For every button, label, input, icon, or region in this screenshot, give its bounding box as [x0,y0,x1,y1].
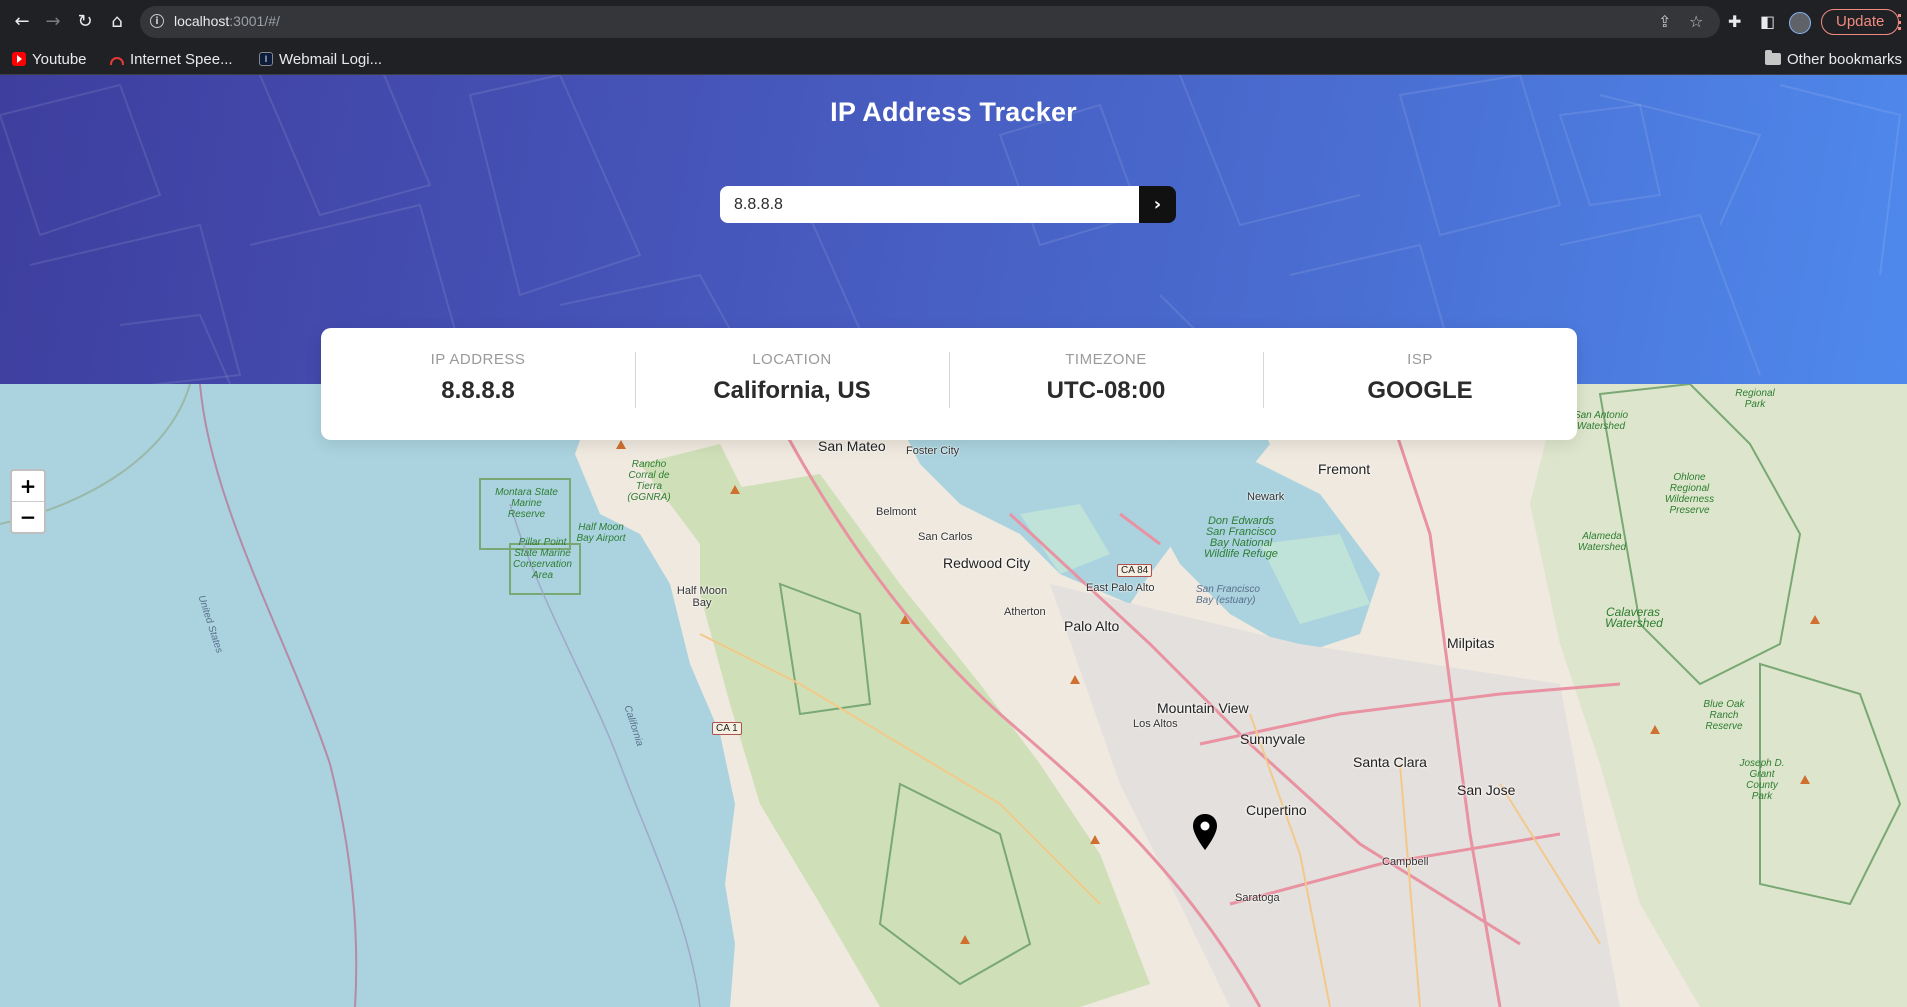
map-label-city: Newark [1247,491,1285,503]
bookmark-label: Webmail Logi... [279,50,383,68]
map-label-city: San Carlos [918,531,973,543]
bookmarks-bar: Youtube Internet Spee... I Webmail Logi.… [0,44,1907,75]
map-label-city: San Mateo [818,438,886,454]
forward-arrow-icon[interactable]: → [41,10,65,34]
info-label: TIMEZONE [1065,351,1147,368]
info-label: ISP [1407,351,1433,368]
bookmark-webmail[interactable]: I Webmail Logi... [259,48,382,70]
speedometer-icon [110,57,124,65]
map-label-city: Los Altos [1133,718,1178,730]
map-label-park: Rancho Corral de Tierra (GGNRA) [627,459,671,503]
ip-info-card: IP ADDRESS 8.8.8.8 LOCATION California, … [321,328,1577,440]
map-label-park: Blue Oak Ranch Reserve [1703,699,1745,732]
map-label-water: San Francisco Bay (estuary) [1196,584,1260,606]
map-label-city: East Palo Alto [1086,582,1155,594]
url-text[interactable]: localhost:3001/#/ [174,13,280,29]
webmail-icon: I [259,52,273,66]
map-view[interactable]: + − San Mateo Foster City Belmont San Ca… [0,384,1907,1007]
bookmark-youtube[interactable]: Youtube [12,48,87,70]
map-label-city: Atherton [1004,606,1046,618]
map-label-city: Santa Clara [1353,754,1427,770]
share-icon[interactable]: ⇪ [1658,12,1671,32]
bookmark-label: Youtube [32,50,87,68]
ip-tracker-app: IP Address Tracker › IP ADDRESS 8.8.8.8 … [0,75,1907,1007]
route-shield: CA 1 [712,722,742,735]
submit-button[interactable]: › [1139,186,1176,223]
map-label-park: Pillar Point State Marine Conservation A… [513,537,572,581]
other-bookmarks[interactable]: Other bookmarks [1765,48,1902,70]
folder-icon [1765,50,1781,65]
map-label-park: Joseph D. Grant County Park [1739,758,1785,802]
profile-avatar[interactable] [1789,12,1811,34]
info-label: LOCATION [752,351,832,368]
info-value: California, US [713,377,871,404]
map-label-city: San Jose [1457,782,1516,798]
url-host: localhost [174,13,230,29]
info-location: LOCATION California, US [635,328,949,440]
info-value: UTC-08:00 [1046,377,1166,404]
map-label-park: Ohlone Regional Wilderness Preserve [1664,472,1715,516]
zoom-in-button[interactable]: + [12,471,44,501]
chevron-right-icon: › [1153,194,1162,215]
info-isp: ISP GOOGLE [1263,328,1577,440]
site-info-icon[interactable]: i [150,14,164,28]
ip-search-form: › [720,186,1176,223]
info-timezone: TIMEZONE UTC-08:00 [949,328,1263,440]
update-button[interactable]: Update [1821,9,1902,35]
map-label-city: Redwood City [943,555,1031,571]
route-shield: CA 84 [1117,564,1153,577]
info-value: GOOGLE [1367,377,1473,404]
map-label-park: Regional Park [1735,388,1775,410]
map-label-city: Belmont [876,506,917,518]
info-label: IP ADDRESS [430,351,526,368]
map-tiles [0,384,1907,1007]
extensions-puzzle-icon[interactable]: ✚ [1728,12,1741,32]
map-label-park: Alameda Watershed [1577,531,1627,553]
side-panel-icon[interactable]: ◧ [1760,12,1775,32]
bookmark-internet-speed[interactable]: Internet Spee... [110,48,233,70]
map-label-city: Milpitas [1447,635,1495,651]
location-pin-icon[interactable] [1192,813,1218,851]
map-label-city: Mountain View [1157,700,1249,716]
browser-toolbar: ← → ↻ ⌂ i localhost:3001/#/ ⇪ ☆ ✚ ◧ Upda… [0,0,1907,44]
map-label-city: Saratoga [1235,892,1280,904]
map-label-city: Fremont [1318,461,1371,477]
home-icon[interactable]: ⌂ [105,10,129,34]
back-arrow-icon[interactable]: ← [10,10,34,34]
map-label-park: Don Edwards San Francisco Bay National W… [1204,515,1278,560]
map-label-city: Half Moon Bay [676,585,728,609]
bookmark-label: Internet Spee... [130,50,233,68]
bookmark-star-icon[interactable]: ☆ [1689,12,1703,32]
zoom-out-button[interactable]: − [12,501,44,532]
info-value: 8.8.8.8 [441,377,515,404]
map-label-park: Half Moon Bay Airport [576,522,626,544]
zoom-control: + − [10,469,46,534]
map-label-city: Campbell [1382,856,1429,868]
map-label-city: Foster City [906,445,960,457]
map-label-park: San Antonio Watershed [1573,410,1629,432]
info-ip-address: IP ADDRESS 8.8.8.8 [321,328,635,440]
reload-icon[interactable]: ↻ [73,10,97,34]
map-label-city: Palo Alto [1064,618,1120,634]
map-label-park: Montara State Marine Reserve [495,487,558,520]
map-label-city: Cupertino [1246,802,1307,818]
map-label-city: Sunnyvale [1240,731,1306,747]
page-title: IP Address Tracker [830,97,1077,127]
address-bar[interactable]: i localhost:3001/#/ ⇪ ☆ [140,6,1720,38]
map-label-park: Calaveras Watershed [1605,605,1663,630]
youtube-icon [12,52,26,66]
url-path: :3001/#/ [229,13,280,29]
other-bookmarks-label: Other bookmarks [1787,50,1903,68]
ip-search-input[interactable] [720,186,1139,223]
